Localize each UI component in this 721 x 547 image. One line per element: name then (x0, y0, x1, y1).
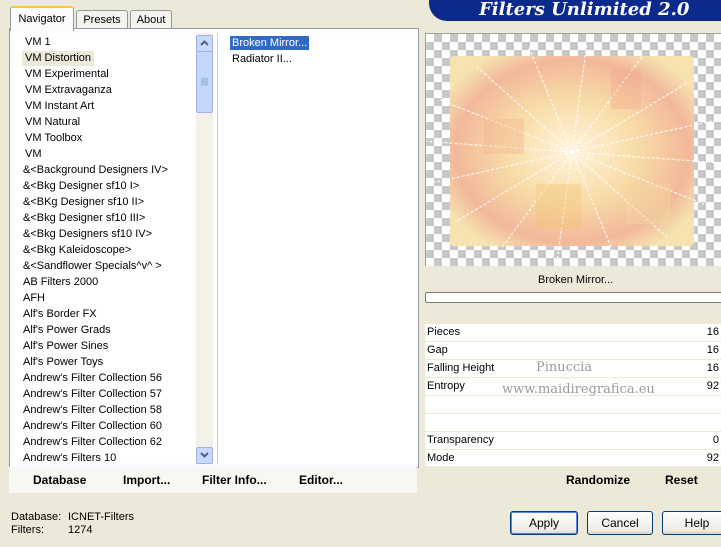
filters-count-value: 1274 (68, 524, 93, 536)
category-item[interactable]: Andrew's Filter Collection 58 (20, 403, 165, 418)
tab-navigator[interactable]: Navigator (10, 6, 74, 31)
app-title: Filters Unlimited 2.0 (479, 0, 690, 20)
chevron-up-icon (200, 40, 209, 46)
category-item[interactable]: VM (22, 147, 45, 162)
preview-image (426, 42, 721, 262)
category-item[interactable]: &<Bkg Kaleidoscope> (20, 243, 134, 258)
parameter-label: Mode (427, 452, 455, 464)
parameter-row (425, 414, 721, 431)
parameter-value: 16 (706, 362, 719, 374)
tab-about[interactable]: About (130, 10, 172, 29)
category-item[interactable]: &<Bkg Designers sf10 IV> (20, 227, 155, 242)
category-item[interactable]: &<Bkg Designer sf10 I> (20, 179, 142, 194)
chevron-down-icon (200, 452, 209, 458)
category-item[interactable]: AFH (20, 291, 48, 306)
category-item[interactable]: AB Filters 2000 (20, 275, 101, 290)
category-item[interactable]: Alf's Power Toys (20, 355, 106, 370)
category-list[interactable]: VM 1 VM Distortion VM Experimental VM Extra… (14, 33, 195, 463)
parameter-value: 92 (706, 452, 719, 464)
category-item[interactable]: VM Instant Art (22, 99, 97, 114)
category-item[interactable]: Alf's Power Sines (20, 339, 111, 354)
parameter-value: 0 (712, 434, 719, 446)
apply-button[interactable]: Apply (510, 511, 578, 535)
reset-button[interactable]: Reset (665, 473, 698, 487)
category-item[interactable]: Andrew's Filter Collection 62 (20, 435, 165, 450)
category-item[interactable]: Alf's Border FX (20, 307, 100, 322)
category-item[interactable]: Andrew's Filter Collection 56 (20, 371, 165, 386)
category-item[interactable]: &<Sandflower Specials^v^ > (20, 259, 165, 274)
category-item[interactable]: VM Extravaganza (22, 83, 115, 98)
scroll-down-button[interactable] (196, 447, 213, 464)
tab-presets[interactable]: Presets (76, 10, 128, 29)
preview-canvas[interactable] (425, 33, 721, 268)
scroll-up-button[interactable] (196, 35, 213, 52)
category-item[interactable]: Alf's Power Grads (20, 323, 114, 338)
parameter-row[interactable]: Mode 92 (425, 450, 721, 467)
navigator-actions: Database Import... Filter Info... Editor… (9, 467, 417, 493)
watermark-text: Pinuccia (536, 360, 593, 375)
category-item[interactable]: VM Toolbox (22, 131, 85, 146)
preview-filter-name: Broken Mirror... (538, 274, 614, 286)
database-status-value: ICNET-Filters (68, 511, 134, 523)
parameter-label: Gap (427, 344, 448, 356)
category-item[interactable]: Andrew's Filter Collection 60 (20, 419, 165, 434)
watermark-url: www.maidiregrafica.eu (502, 382, 655, 397)
app-title-banner: Filters Unlimited 2.0 (429, 0, 721, 21)
database-status-label: Database: (11, 511, 62, 523)
import-button[interactable]: Import... (123, 473, 170, 487)
category-item[interactable]: &<Background Designers IV> (20, 163, 171, 178)
parameter-value: 16 (706, 326, 719, 338)
grip-icon (201, 78, 208, 86)
category-item[interactable]: &<BKg Designer sf10 II> (20, 195, 147, 210)
category-item[interactable]: Andrew's Filter Collection 57 (20, 387, 165, 402)
cancel-button[interactable]: Cancel (587, 511, 653, 535)
help-button[interactable]: Help (662, 511, 721, 535)
category-item[interactable]: VM 1 (22, 35, 54, 50)
filter-item[interactable]: Broken Mirror... (228, 35, 311, 51)
parameter-row (425, 396, 721, 413)
category-item[interactable]: &<Bkg Designer sf10 III> (20, 211, 148, 226)
parameter-label: Pieces (427, 326, 461, 338)
category-item[interactable]: VM Experimental (22, 67, 112, 82)
parameter-row[interactable]: Transparency 0 (425, 432, 721, 449)
filters-count-label: Filters: (11, 524, 44, 536)
category-scrollbar[interactable] (196, 33, 213, 464)
category-item[interactable]: VM Natural (22, 115, 83, 130)
parameter-row[interactable]: Pieces 16 (425, 324, 721, 341)
parameter-label: Entropy (427, 380, 465, 392)
database-button[interactable]: Database (33, 473, 86, 487)
parameter-row[interactable]: Gap 16 (425, 342, 721, 359)
category-item[interactable]: VM Distortion (22, 51, 95, 66)
parameter-label: Transparency (427, 434, 494, 446)
filter-info-button[interactable]: Filter Info... (202, 473, 267, 487)
scroll-thumb[interactable] (196, 51, 213, 113)
filter-item[interactable]: Radiator II... (230, 52, 294, 66)
parameter-value: 92 (706, 380, 719, 392)
randomize-button[interactable]: Randomize (566, 473, 630, 487)
category-item[interactable]: Andrew's Filters 10 (20, 451, 119, 463)
parameter-label: Falling Height (427, 362, 495, 374)
progress-bar (425, 292, 721, 303)
editor-button[interactable]: Editor... (299, 473, 343, 487)
filter-list[interactable]: Broken Mirror... Radiator II... (217, 33, 417, 464)
parameter-value: 16 (706, 344, 719, 356)
